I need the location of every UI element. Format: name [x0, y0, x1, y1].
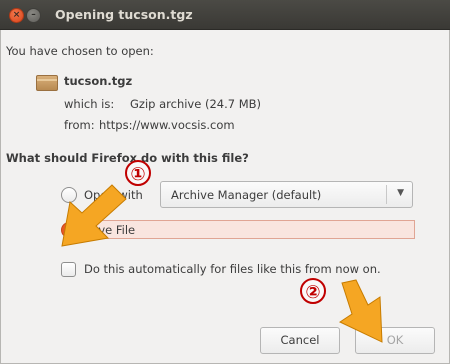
- annotation-arrow-2: [338, 279, 383, 343]
